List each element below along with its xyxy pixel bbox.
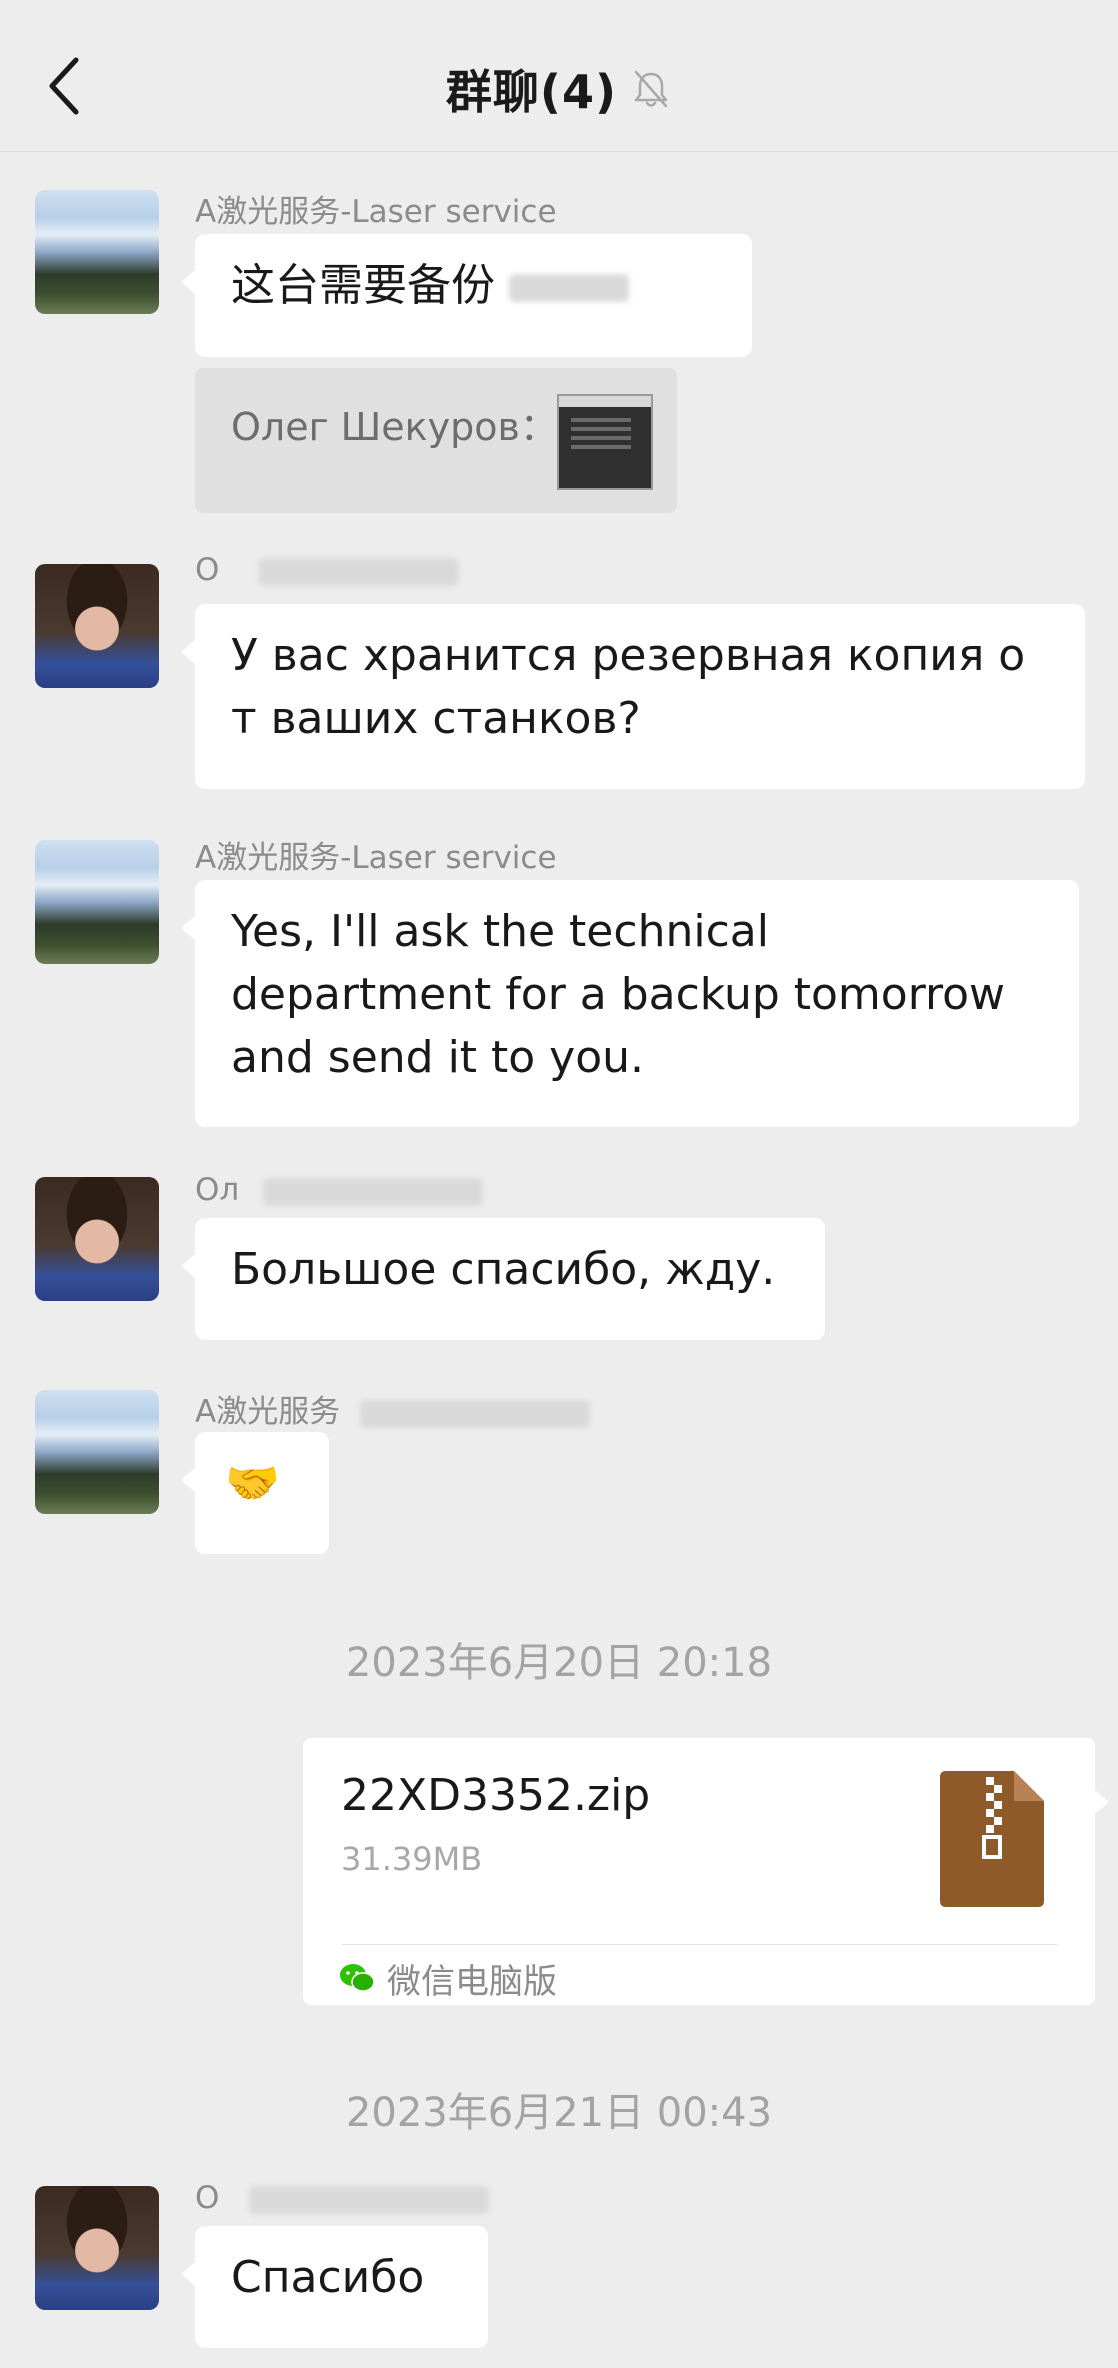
wechat-icon [340, 1964, 375, 1992]
timestamp: 2023年6月20日 20:18 [345, 1640, 773, 1686]
redacted-name [249, 2185, 490, 2214]
message-line: У вас хранится резервная копия о [231, 630, 1026, 681]
message-bubble[interactable]: Спасибо [181, 2226, 488, 2348]
sender-name-text: O [195, 552, 220, 588]
timestamp: 2023年6月21日 00:43 [345, 2090, 773, 2136]
machine-photo-thumbnail[interactable] [557, 394, 653, 490]
laser-service-avatar[interactable] [35, 190, 159, 314]
sender-name: O [195, 552, 460, 588]
message-line: т ваших станков? [231, 693, 641, 744]
message-bubble[interactable]: 🤝 [181, 1432, 329, 1554]
quote-author: Олег Шекуров： [231, 405, 558, 449]
zip-file-icon [940, 1771, 1044, 1907]
file-message-card[interactable]: 22XD3352.zip 31.39MB 微信电脑版 [303, 1738, 1109, 2005]
oleg-avatar[interactable] [35, 2186, 159, 2310]
top-bar: 群聊(4) [0, 0, 1118, 152]
redacted-text [509, 274, 629, 302]
oleg-avatar[interactable] [35, 564, 159, 688]
message-bubble[interactable]: У вас хранится резервная копия о т ваших… [181, 604, 1085, 789]
message-text: Большое спасибо, жду. [231, 1244, 776, 1295]
laser-service-avatar[interactable] [35, 1390, 159, 1514]
message-bubble[interactable]: 这台需要备份 [181, 234, 752, 357]
laser-service-avatar[interactable] [35, 840, 159, 964]
message-bubble[interactable]: Yes, I'll ask the technical department f… [181, 880, 1079, 1127]
redacted-name [263, 1177, 484, 1206]
sender-name: A激光服务-Laser service [195, 194, 557, 230]
oleg-avatar[interactable] [35, 1177, 159, 1301]
sender-name: Ол [195, 1172, 484, 1208]
message-line: Yes, I'll ask the technical [231, 906, 769, 957]
chat-title-area: 群聊(4) [0, 56, 1118, 122]
sender-name-text: A激光服务 [195, 1394, 341, 1430]
quoted-message[interactable]: Олег Шекуров： [195, 368, 677, 513]
sender-name: A激光服务-Laser service [195, 840, 557, 876]
sender-name-text: O [195, 2180, 220, 2216]
message-text: Спасибо [231, 2252, 425, 2303]
redacted-name [259, 557, 460, 586]
sender-name: O [195, 2180, 490, 2216]
bell-off-icon [634, 70, 668, 108]
message-line: department for a backup tomorrow [231, 969, 1006, 1020]
sender-name: A激光服务 [195, 1386, 591, 1431]
file-source-label: 微信电脑版 [387, 1961, 557, 2002]
chat-title: 群聊(4) [445, 65, 617, 119]
message-bubble[interactable]: Большое спасибо, жду. [181, 1218, 825, 1340]
file-size: 31.39MB [341, 1840, 483, 1878]
message-line: and send it to you. [231, 1032, 645, 1083]
redacted-name [360, 1399, 591, 1428]
message-text: 这台需要备份 [231, 260, 495, 311]
file-name: 22XD3352.zip [341, 1770, 651, 1821]
sender-name-text: Ол [195, 1172, 240, 1208]
handshake-emoji: 🤝 [225, 1458, 280, 1509]
file-source: 微信电脑版 [339, 1952, 557, 2004]
divider [341, 1944, 1057, 1945]
